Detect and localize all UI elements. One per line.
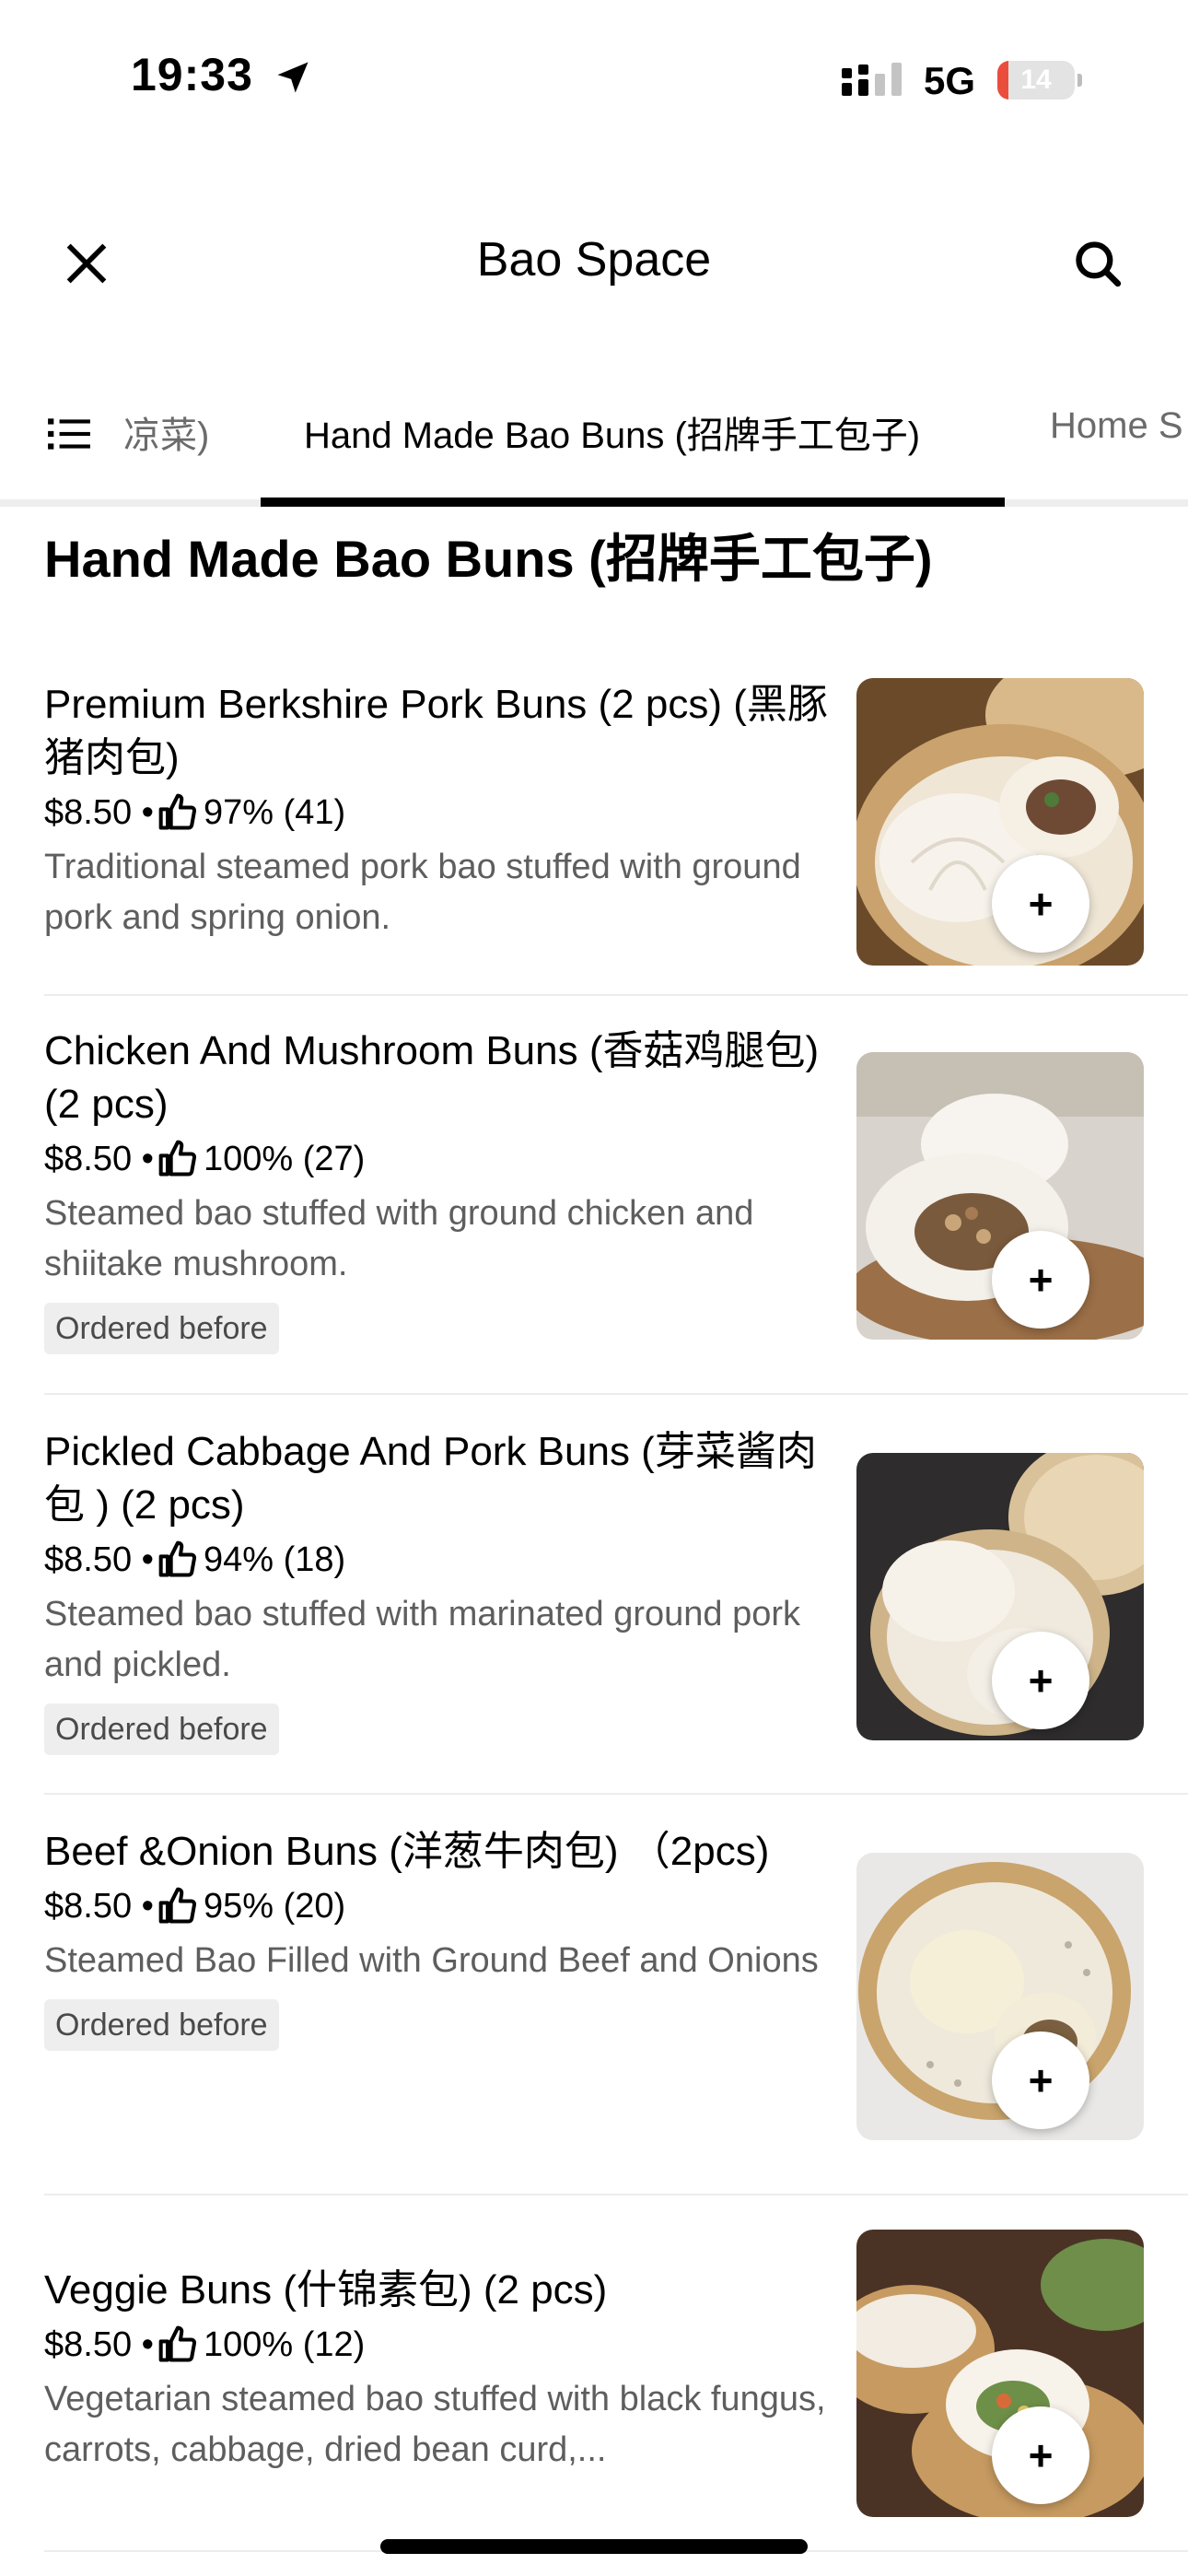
search-button[interactable] <box>1059 225 1136 302</box>
item-name: Pickled Cabbage And Pork Buns (芽菜酱肉包 ) (… <box>44 1429 817 1528</box>
item-price: $8.50 • <box>44 1140 154 1178</box>
plus-icon: + <box>1028 2056 1054 2104</box>
ordered-before-badge: Ordered before <box>44 1704 279 1755</box>
ordered-before-badge: Ordered before <box>44 1303 279 1354</box>
item-divider <box>44 1793 1188 1795</box>
item-description: Vegetarian steamed bao stuffed with blac… <box>44 2380 826 2469</box>
store-header: Bao Space <box>0 193 1188 332</box>
search-icon <box>1076 241 1122 287</box>
active-tab-indicator <box>261 498 1005 507</box>
item-price: $8.50 • <box>44 1540 154 1579</box>
item-rating: 95% (20) <box>203 1887 346 1926</box>
item-description: Steamed Bao Filled with Ground Beef and … <box>44 1941 819 1980</box>
item-meta: $8.50 • 100% (12) <box>44 2321 836 2369</box>
plus-icon: + <box>1028 1256 1054 1304</box>
add-to-cart-button[interactable]: + <box>992 1231 1089 1329</box>
item-name: Beef &Onion Buns (洋葱牛肉包) （2pcs) <box>44 1829 770 1874</box>
network-type: 5G <box>924 59 976 102</box>
menu-item[interactable]: Chicken And Mushroom Buns (香菇鸡腿包) (2 pcs… <box>44 1025 1188 1393</box>
tab-home-style[interactable]: Home S <box>1050 405 1183 447</box>
add-to-cart-button[interactable]: + <box>992 2406 1089 2504</box>
menu-item[interactable]: Pickled Cabbage And Pork Buns (芽菜酱肉包 ) (… <box>44 1425 1188 1794</box>
item-description: Steamed bao stuffed with ground chicken … <box>44 1194 754 1283</box>
item-rating: 100% (27) <box>203 1140 366 1178</box>
status-bar: 19:33 5G 14 <box>0 0 1188 138</box>
add-to-cart-button[interactable]: + <box>992 2032 1089 2129</box>
item-price: $8.50 • <box>44 793 154 832</box>
tab-cold-dishes[interactable]: 凉菜) <box>123 405 209 459</box>
item-meta: $8.50 • 94% (18) <box>44 1536 836 1584</box>
item-meta: $8.50 • 97% (41) <box>44 789 836 837</box>
item-divider <box>44 1393 1188 1395</box>
add-to-cart-button[interactable]: + <box>992 855 1089 953</box>
item-divider <box>44 994 1188 996</box>
thumbs-up-icon <box>158 1887 197 1924</box>
close-icon <box>66 243 107 284</box>
status-time: 19:33 <box>131 49 253 100</box>
item-description: Steamed bao stuffed with marinated groun… <box>44 1595 801 1684</box>
item-name: Chicken And Mushroom Buns (香菇鸡腿包) (2 pcs… <box>44 1028 820 1127</box>
close-button[interactable] <box>48 225 125 302</box>
add-to-cart-button[interactable]: + <box>992 1632 1089 1729</box>
location-arrow-icon <box>277 62 309 93</box>
home-indicator[interactable] <box>380 2539 808 2554</box>
plus-icon: + <box>1028 2431 1054 2479</box>
store-title: Bao Space <box>476 233 712 287</box>
item-name: Premium Berkshire Pork Buns (2 pcs) (黑豚猪… <box>44 682 828 780</box>
plus-icon: + <box>1028 1657 1054 1704</box>
plus-icon: + <box>1028 880 1054 928</box>
menu-item[interactable]: Beef &Onion Buns (洋葱牛肉包) （2pcs) $8.50 • … <box>44 1825 1188 2194</box>
item-rating: 94% (18) <box>203 1540 346 1579</box>
item-price: $8.50 • <box>44 1887 154 1926</box>
thumbs-up-icon <box>158 2325 197 2362</box>
item-price: $8.50 • <box>44 2325 154 2364</box>
item-divider <box>44 2194 1188 2195</box>
thumbs-up-icon <box>158 1540 197 1577</box>
item-description: Traditional steamed pork bao stuffed wit… <box>44 848 801 937</box>
menu-item[interactable]: Veggie Buns (什锦素包) (2 pcs) $8.50 • 100% … <box>44 2230 1188 2540</box>
item-meta: $8.50 • 100% (27) <box>44 1135 836 1183</box>
list-icon[interactable] <box>46 411 92 457</box>
section-title: Hand Made Bao Buns (招牌手工包子) <box>44 530 933 588</box>
item-rating: 100% (12) <box>203 2325 366 2364</box>
category-tab-bar: 凉菜) Hand Made Bao Buns (招牌手工包子) Home S <box>0 387 1188 507</box>
tab-hand-made-bao-buns[interactable]: Hand Made Bao Buns (招牌手工包子) <box>304 405 920 459</box>
ordered-before-badge: Ordered before <box>44 1999 279 2051</box>
item-meta: $8.50 • 95% (20) <box>44 1882 836 1930</box>
item-name: Veggie Buns (什锦素包) (2 pcs) <box>44 2267 608 2313</box>
thumbs-up-icon <box>158 793 197 830</box>
item-rating: 97% (41) <box>203 793 346 832</box>
battery-indicator: 14 <box>997 61 1082 100</box>
signal-strength-icon <box>842 63 902 96</box>
battery-level: 14 <box>1020 64 1052 95</box>
thumbs-up-icon <box>158 1140 197 1177</box>
